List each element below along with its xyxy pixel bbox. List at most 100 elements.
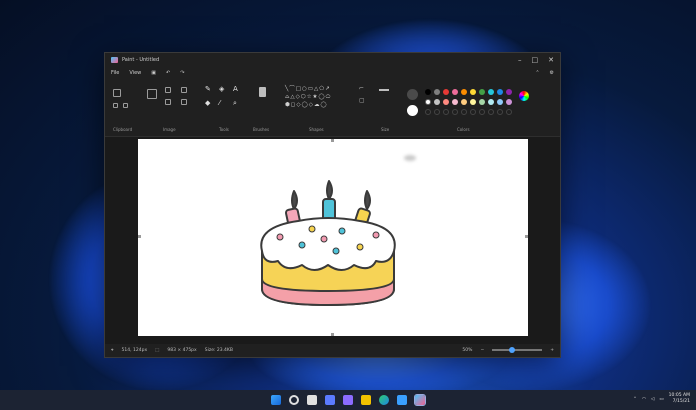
tools-group: ✎ ◈ A ◆ ⁄ ⌕ Tools xyxy=(203,83,251,135)
flip-icon[interactable] xyxy=(181,99,187,105)
paste-icon[interactable] xyxy=(113,89,121,97)
brushes-group: Brushes xyxy=(253,83,275,135)
minimize-button[interactable]: – xyxy=(518,56,522,64)
edit-colors-icon[interactable] xyxy=(519,91,529,101)
color-swatch[interactable] xyxy=(497,99,503,105)
custom-color-slot[interactable] xyxy=(443,109,449,115)
colors-group: Colors xyxy=(401,83,531,135)
zoom-percent: 50% xyxy=(462,347,473,353)
paint-window: Paint - Untitled – □ ✕ File View ▣ ↶ ↷ ⌃… xyxy=(104,52,561,358)
clock[interactable]: 10:05 AM 7/15/21 xyxy=(669,393,690,405)
settings-icon[interactable]: ⚙ xyxy=(550,70,554,76)
fill-icon[interactable]: ◈ xyxy=(219,85,224,93)
zoom-in-icon[interactable]: + xyxy=(550,348,554,353)
color-swatch[interactable] xyxy=(470,89,476,95)
wifi-icon[interactable]: ◠ xyxy=(642,397,646,402)
paint-taskbar-icon[interactable] xyxy=(414,394,426,406)
pencil-icon[interactable]: ✎ xyxy=(205,85,211,93)
color-swatch[interactable] xyxy=(461,89,467,95)
edge-icon[interactable] xyxy=(379,395,389,405)
cut-icon[interactable] xyxy=(113,103,118,108)
chat-icon[interactable] xyxy=(343,395,353,405)
zoom-slider-thumb[interactable] xyxy=(508,347,515,353)
color-swatch[interactable] xyxy=(434,89,440,95)
menu-bar: File View ▣ ↶ ↷ ⌃ ⚙ xyxy=(105,67,560,79)
colors-label: Colors xyxy=(457,127,470,132)
shapes-label: Shapes xyxy=(309,127,324,132)
file-explorer-icon[interactable] xyxy=(361,395,371,405)
widgets-icon[interactable] xyxy=(325,395,335,405)
size-label: Size xyxy=(381,127,390,132)
collapse-ribbon-icon[interactable]: ⌃ xyxy=(535,70,539,76)
window-title: Paint - Untitled xyxy=(122,57,160,63)
ribbon: Clipboard Image ✎ ◈ A ◆ ⁄ ⌕ Tools Brushe… xyxy=(105,79,560,137)
brushes-label: Brushes xyxy=(253,127,270,132)
drawing-canvas[interactable] xyxy=(138,139,528,336)
custom-color-slot[interactable] xyxy=(479,109,485,115)
custom-color-slot[interactable] xyxy=(425,109,431,115)
close-button[interactable]: ✕ xyxy=(548,56,554,64)
fill-style-icon[interactable]: ▢ xyxy=(359,97,365,104)
color-swatch[interactable] xyxy=(497,89,503,95)
start-icon[interactable] xyxy=(271,395,281,405)
eraser-icon[interactable]: ◆ xyxy=(205,99,210,107)
color-swatch[interactable] xyxy=(488,89,494,95)
size-icon[interactable] xyxy=(379,89,389,95)
zoom-out-icon[interactable]: − xyxy=(480,348,484,353)
custom-color-slot[interactable] xyxy=(461,109,467,115)
color-swatch[interactable] xyxy=(452,89,458,95)
color-swatch[interactable] xyxy=(443,99,449,105)
shape-gallery[interactable]: ╲⌒□○▭△⬠↗ ⌓△◇⬡☆★◯⬭ ⬢◻◇◯◇☁◯ xyxy=(285,85,331,109)
color-swatch[interactable] xyxy=(506,99,512,105)
status-bar: ⌖ 514, 124px ⬚ 983 × 475px Size: 23.4KB … xyxy=(105,343,560,357)
chevron-up-icon[interactable]: ⌃ xyxy=(633,397,637,402)
color-swatch[interactable] xyxy=(443,89,449,95)
color-2-selector[interactable] xyxy=(407,105,418,116)
color-picker-icon[interactable]: ⁄ xyxy=(219,99,220,107)
custom-color-slot[interactable] xyxy=(506,109,512,115)
store-icon[interactable] xyxy=(397,395,407,405)
custom-color-slot[interactable] xyxy=(497,109,503,115)
title-bar[interactable]: Paint - Untitled – □ ✕ xyxy=(105,53,560,67)
search-icon[interactable] xyxy=(289,395,299,405)
menu-view[interactable]: View xyxy=(129,70,141,76)
custom-color-slot[interactable] xyxy=(434,109,440,115)
taskbar: ⌃ ◠ ◁ ▭ 10:05 AM 7/15/21 xyxy=(0,390,696,410)
resize-icon[interactable] xyxy=(181,87,187,93)
size-group: ⌐ ▢ Size xyxy=(357,83,389,135)
color-swatch[interactable] xyxy=(479,99,485,105)
brush-icon[interactable] xyxy=(259,87,266,97)
save-icon[interactable]: ▣ xyxy=(151,70,156,76)
undo-icon[interactable]: ↶ xyxy=(166,70,170,76)
select-icon[interactable] xyxy=(147,89,157,99)
volume-icon[interactable]: ◁ xyxy=(651,397,654,402)
redo-icon[interactable]: ↷ xyxy=(180,70,184,76)
color-swatch[interactable] xyxy=(425,89,431,95)
color-swatch[interactable] xyxy=(488,99,494,105)
magnifier-icon[interactable]: ⌕ xyxy=(233,99,237,108)
custom-color-slot[interactable] xyxy=(452,109,458,115)
text-icon[interactable]: A xyxy=(233,85,238,93)
crop-icon[interactable] xyxy=(165,87,171,93)
custom-color-slot[interactable] xyxy=(470,109,476,115)
color-1-selector[interactable] xyxy=(407,89,418,100)
color-swatch[interactable] xyxy=(506,89,512,95)
color-swatch[interactable] xyxy=(479,89,485,95)
color-swatch[interactable] xyxy=(470,99,476,105)
task-view-icon[interactable] xyxy=(307,395,317,405)
color-swatch[interactable] xyxy=(434,99,440,105)
zoom-slider[interactable] xyxy=(492,347,543,353)
image-label: Image xyxy=(163,127,176,132)
maximize-button[interactable]: □ xyxy=(532,56,539,64)
copy-icon[interactable] xyxy=(123,103,128,108)
clipboard-label: Clipboard xyxy=(113,127,133,132)
rotate-icon[interactable] xyxy=(165,99,171,105)
selection-icon: ⬚ xyxy=(155,347,160,353)
color-swatch[interactable] xyxy=(452,99,458,105)
outline-icon[interactable]: ⌐ xyxy=(359,85,364,92)
battery-icon[interactable]: ▭ xyxy=(659,397,663,402)
custom-color-slot[interactable] xyxy=(488,109,494,115)
color-swatch[interactable] xyxy=(425,99,431,105)
menu-file[interactable]: File xyxy=(111,70,119,76)
color-swatch[interactable] xyxy=(461,99,467,105)
